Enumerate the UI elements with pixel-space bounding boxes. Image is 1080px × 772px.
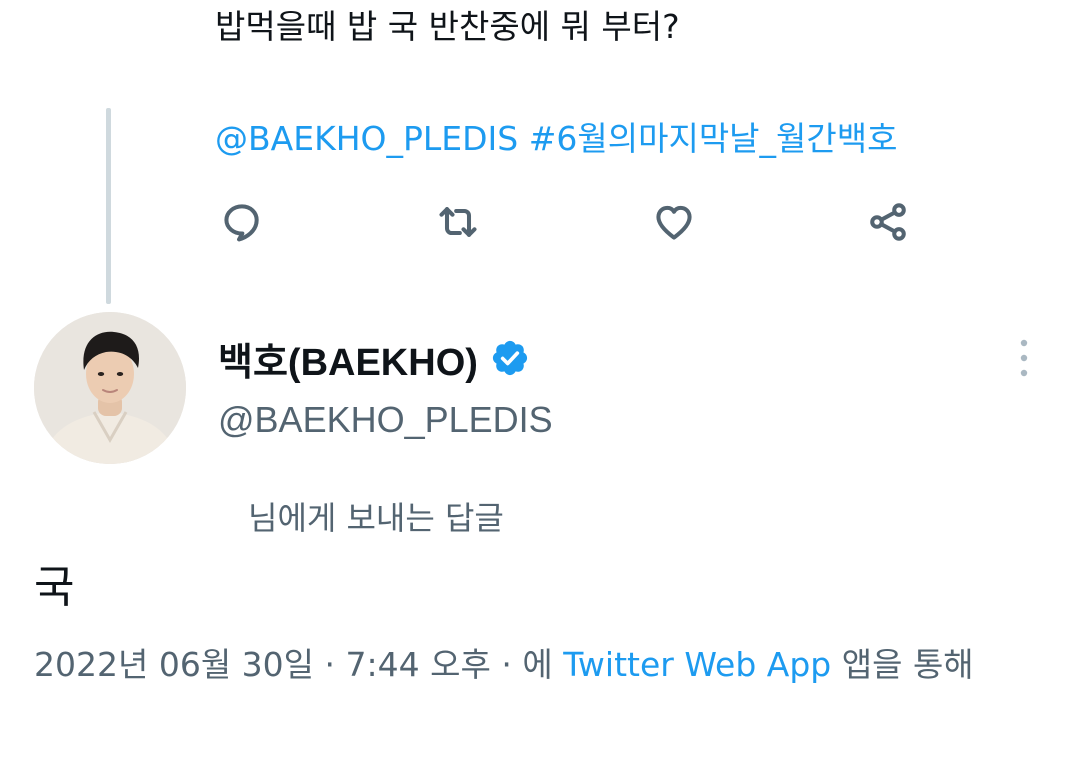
tweet-date[interactable]: 2022년 06월 30일	[34, 645, 314, 684]
like-button[interactable]	[650, 198, 698, 246]
share-button[interactable]	[864, 198, 912, 246]
verified-badge-icon	[490, 338, 530, 378]
tweet-time[interactable]: 7:44 오후	[346, 645, 491, 684]
profile-photo	[34, 312, 186, 464]
tweet-action-bar	[0, 198, 1080, 246]
display-name[interactable]: 백호(BAEKHO)	[218, 331, 478, 386]
author-name-row: 백호(BAEKHO)	[218, 332, 530, 384]
via-prefix: 에	[522, 645, 553, 684]
more-options-button[interactable]	[1000, 334, 1048, 382]
via-suffix: 앱을 통해	[841, 645, 974, 684]
more-vertical-icon	[1020, 339, 1028, 377]
retweet-icon	[439, 207, 477, 237]
comment-icon	[224, 204, 259, 242]
share-icon	[870, 203, 906, 241]
avatar[interactable]	[34, 312, 186, 464]
hashtag-link[interactable]: #6월의마지막날_월간백호	[529, 119, 898, 158]
reply-tweet-text: 국	[34, 562, 75, 613]
source-app-link[interactable]: Twitter Web App	[563, 645, 831, 684]
retweet-button[interactable]	[434, 198, 482, 246]
heart-icon	[656, 205, 692, 240]
parent-tweet-links: @BAEKHO_PLEDIS #6월의마지막날_월간백호	[215, 116, 897, 162]
meta-separator: ·	[324, 645, 336, 684]
author-handle[interactable]: @BAEKHO_PLEDIS	[218, 396, 553, 444]
reply-button[interactable]	[218, 198, 266, 246]
mention-link[interactable]: @BAEKHO_PLEDIS	[215, 119, 518, 158]
reply-context: 님에게 보내는 답글	[248, 499, 504, 537]
tweet-metadata: 2022년 06월 30일 · 7:44 오후 · 에 Twitter Web …	[34, 640, 1034, 690]
meta-separator: ·	[501, 645, 512, 684]
parent-tweet-text: 밥먹을때 밥 국 반찬중에 뭐 부터?	[215, 7, 680, 46]
